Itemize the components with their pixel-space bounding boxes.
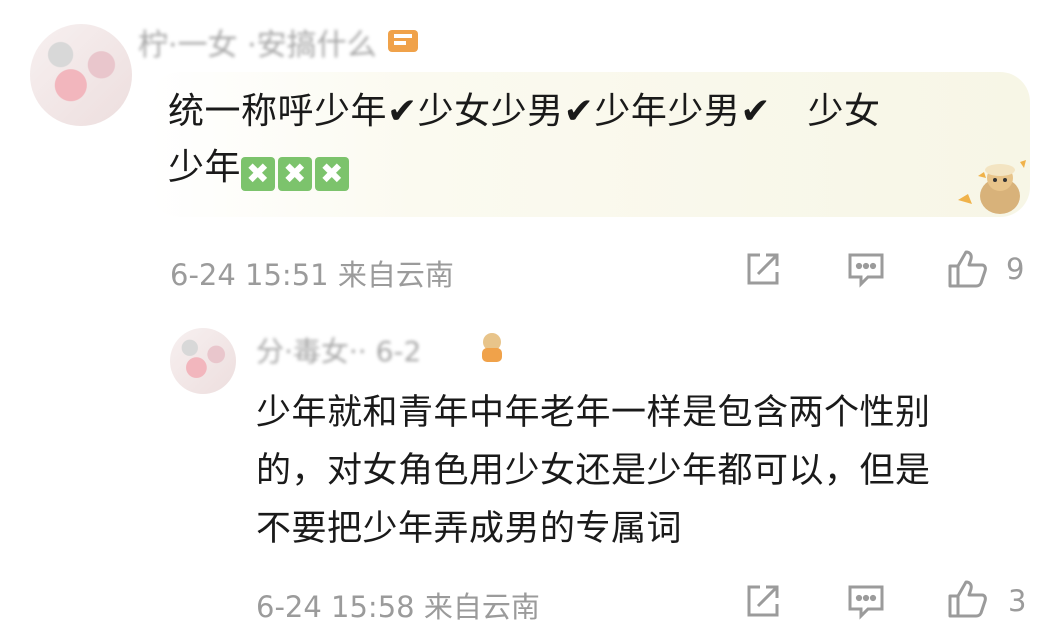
thumbs-up-icon[interactable] xyxy=(946,248,990,290)
comment-line-2-text: 少年 xyxy=(168,147,242,188)
comment-location: 来自云南 xyxy=(337,258,454,292)
thumbs-up-icon[interactable] xyxy=(946,578,990,620)
x-mark-icon: ✖ xyxy=(315,157,350,191)
like-count: 9 xyxy=(1006,252,1025,286)
username[interactable]: 柠·一女 ·安搞什么 xyxy=(138,20,377,64)
badge-icon xyxy=(384,24,424,56)
comment-location: 来自云南 xyxy=(423,590,540,624)
avatar[interactable] xyxy=(30,24,132,126)
comment-time: 6-24 15:51 xyxy=(170,258,329,292)
x-mark-icon: ✖ xyxy=(278,157,313,191)
username[interactable]: 分·毒女·· 6-2 xyxy=(256,330,421,370)
comment-text: 少年就和青年中年老年一样是包含两个性别 的，对女角色用少女还是少年都可以，但是 … xyxy=(256,384,1036,558)
comment-line-3: 不要把少年弄成男的专属词 xyxy=(256,509,683,549)
x-mark-icon: ✖ xyxy=(241,157,276,191)
bear-sticker-icon xyxy=(950,156,1026,214)
badge-icon xyxy=(474,330,510,364)
avatar[interactable] xyxy=(170,328,236,394)
comment-meta: 6-24 15:51 来自云南 xyxy=(170,252,454,294)
comment-meta: 6-24 15:58 来自云南 xyxy=(256,584,540,626)
comment-time: 6-24 15:58 xyxy=(256,590,415,624)
comment-line-1: 统一称呼少年✔少女少男✔少年少男✔ 少女 xyxy=(168,91,881,132)
comment-text: 统一称呼少年✔少女少男✔少年少男✔ 少女 少年 ✖ ✖ ✖ xyxy=(168,84,1018,196)
comment-line-2: 少年 ✖ ✖ ✖ xyxy=(168,140,1018,196)
comment-icon[interactable] xyxy=(846,250,886,288)
comment-line-2: 的，对女角色用少女还是少年都可以，但是 xyxy=(256,451,931,491)
like-count: 3 xyxy=(1008,584,1027,618)
share-icon[interactable] xyxy=(744,582,782,620)
comment-icon[interactable] xyxy=(846,582,886,620)
comment-line-1: 少年就和青年中年老年一样是包含两个性别 xyxy=(256,393,931,433)
share-icon[interactable] xyxy=(744,250,782,288)
